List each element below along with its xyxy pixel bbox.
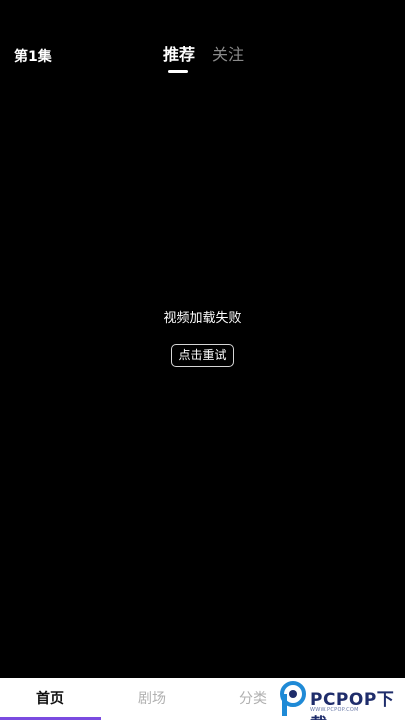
feed-tabs: 推荐 关注: [0, 44, 405, 78]
watermark-text: PCPOP下载: [310, 690, 395, 720]
watermark-logo-icon: [280, 681, 306, 716]
tab-follow[interactable]: 关注: [212, 44, 244, 66]
retry-button[interactable]: 点击重试: [171, 344, 234, 367]
video-error: 视频加载失败 点击重试: [0, 310, 405, 367]
watermark-subtext: WWW.PCPOP.COM: [310, 707, 359, 713]
nav-item-theater[interactable]: 剧场: [138, 690, 166, 708]
video-screen: 第1集 推荐 关注 视频加载失败 点击重试 首页 剧场 分类 PCPOP下载 W…: [0, 0, 405, 720]
nav-item-home[interactable]: 首页: [36, 690, 64, 708]
tab-recommend[interactable]: 推荐: [163, 44, 195, 66]
error-message: 视频加载失败: [163, 311, 242, 326]
watermark: PCPOP下载 WWW.PCPOP.COM: [280, 681, 405, 720]
active-tab-indicator: [168, 70, 188, 73]
nav-item-category[interactable]: 分类: [239, 690, 267, 708]
